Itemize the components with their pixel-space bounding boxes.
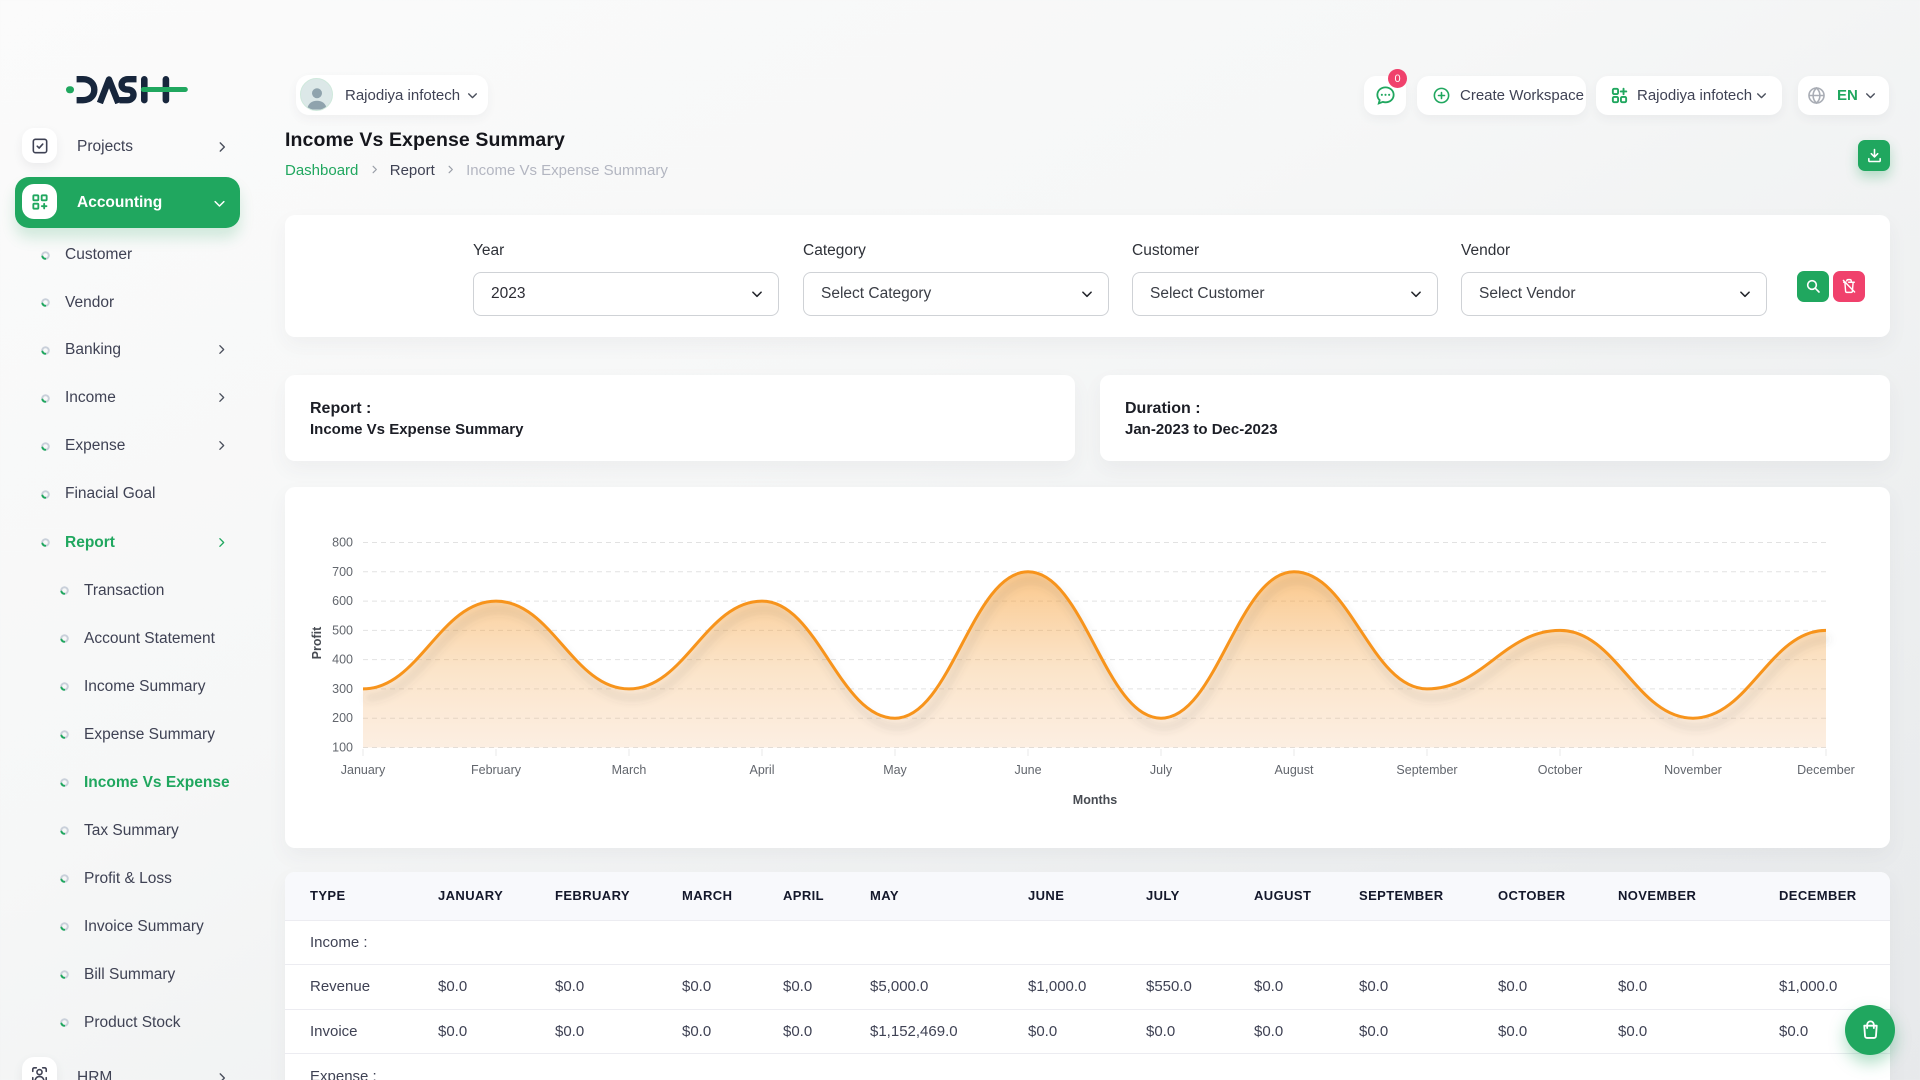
svg-text:August: August (1275, 763, 1314, 777)
svg-text:September: September (1396, 763, 1457, 777)
svg-text:500: 500 (332, 623, 353, 637)
svg-text:November: November (1664, 763, 1722, 777)
svg-text:February: February (471, 763, 522, 777)
svg-text:800: 800 (332, 536, 353, 550)
svg-text:Profit: Profit (310, 626, 324, 659)
svg-text:June: June (1014, 763, 1041, 777)
svg-text:100: 100 (332, 741, 353, 755)
svg-text:July: July (1150, 763, 1173, 777)
svg-text:October: October (1538, 763, 1582, 777)
svg-text:600: 600 (332, 594, 353, 608)
svg-text:400: 400 (332, 653, 353, 667)
svg-text:December: December (1797, 763, 1855, 777)
svg-text:March: March (612, 763, 647, 777)
svg-text:Months: Months (1073, 793, 1117, 807)
svg-text:300: 300 (332, 682, 353, 696)
svg-text:January: January (341, 763, 386, 777)
svg-text:700: 700 (332, 565, 353, 579)
svg-text:April: April (749, 763, 774, 777)
svg-text:May: May (883, 763, 907, 777)
svg-text:200: 200 (332, 711, 353, 725)
